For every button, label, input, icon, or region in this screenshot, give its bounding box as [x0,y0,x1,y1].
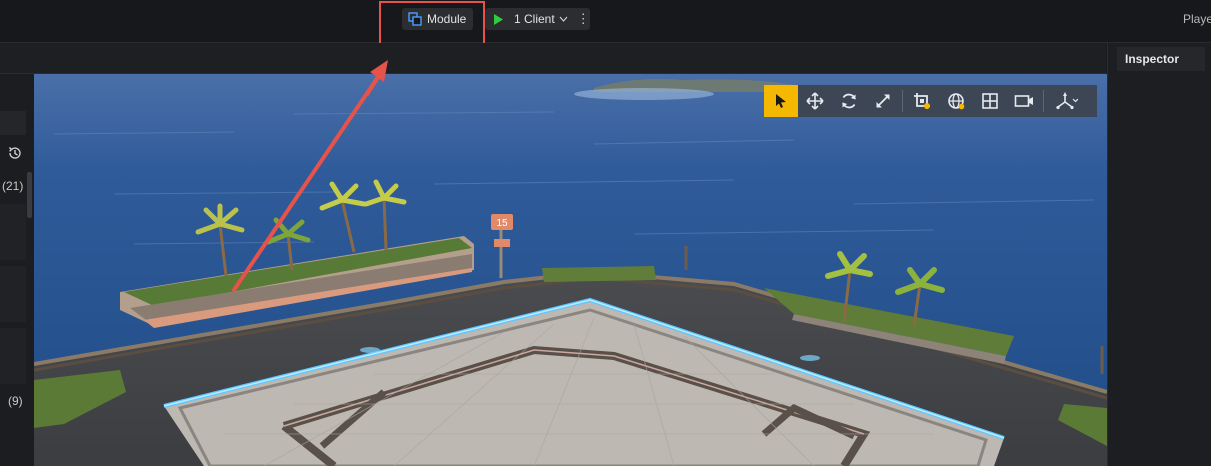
move-icon [806,92,824,110]
toolbar-divider [902,90,903,112]
more-options-icon[interactable]: ⋮ [577,12,590,26]
play-controls: 1 Client ⋮ [485,8,590,30]
history-icon[interactable] [7,145,23,161]
rotate-icon [842,93,856,109]
left-panel-row[interactable] [0,204,26,260]
select-tool-button[interactable] [764,85,798,117]
scale-icon [876,94,890,108]
scrollbar[interactable] [27,172,32,218]
left-panel-row[interactable] [0,111,26,135]
rotate-tool-button[interactable] [832,85,866,117]
sign-text: 15 [496,218,508,229]
world-local-icon [948,93,965,110]
transform-toolbar [764,85,1097,117]
play-icon[interactable] [493,13,503,25]
world-local-button[interactable] [939,85,973,117]
left-panel-row[interactable] [0,266,26,322]
toolbar-divider [1043,90,1044,112]
scene-viewport[interactable]: 15 [34,74,1107,466]
item-count-bottom: (9) [8,394,23,408]
chevron-down-icon[interactable] [559,16,568,22]
top-toolbar: Module 1 Client ⋮ Playe [0,0,1211,45]
snap-tool-button[interactable] [905,85,939,117]
camera-button[interactable] [1007,85,1041,117]
left-panel-row[interactable] [0,328,26,384]
inspector-tab[interactable]: Inspector [1117,47,1205,71]
annotation-arrowhead [364,60,388,96]
select-icon [776,94,786,108]
scale-tool-button[interactable] [866,85,900,117]
client-count-dropdown[interactable]: 1 Client [514,12,555,26]
layout-button[interactable] [973,85,1007,117]
inspector-tab-label: Inspector [1125,52,1180,66]
inspector-panel: Inspector [1107,43,1211,466]
item-count-top: (21) [2,179,24,193]
axis-icon [1056,92,1078,110]
camera-icon [1014,95,1033,107]
axis-dropdown-button[interactable] [1046,85,1088,117]
move-tool-button[interactable] [798,85,832,117]
annotation-highlight-box [379,1,485,45]
snap-icon [914,93,930,109]
viewport-header-bar [0,43,1106,74]
scene-render: 15 [34,74,1107,466]
player-label: Playe [1183,12,1211,26]
left-panel: (21) (9) [0,74,35,466]
layout-icon [982,93,998,109]
